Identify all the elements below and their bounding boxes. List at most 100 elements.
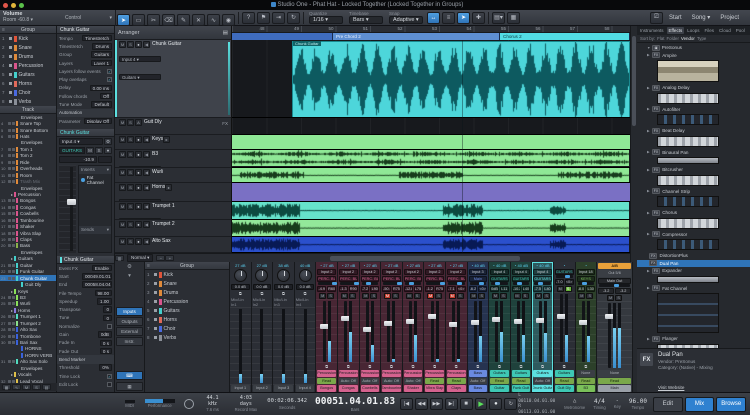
event-value[interactable]: 0dB [97,331,112,338]
arranger-bar[interactable]: Arranger ▤ [115,26,232,40]
audio-clip-waveform[interactable] [292,41,630,117]
edit-page-button[interactable]: Edit [652,396,683,412]
audio-clip-waveform[interactable] [232,202,629,219]
group-tag[interactable]: Percussion [403,370,423,377]
group-row[interactable]: 4 Percussion [145,297,229,306]
input-level-value[interactable]: 0.0 dB [252,283,272,290]
split-tool-icon[interactable]: ✂ [147,14,160,26]
plugin-thumbnail[interactable] [657,157,719,164]
track-height-icon[interactable]: ▥ [115,255,124,261]
pan-control[interactable] [318,282,337,285]
mute-button[interactable]: M [513,292,521,299]
macro-mode[interactable]: Control [65,15,81,21]
arrange-track-header[interactable]: M S ● ◀ Chunk Guitar Input 4 ▾ Guitars ▾ [115,40,231,118]
macro-value[interactable]: -60.8 [18,17,29,23]
fader-track[interactable] [449,301,459,362]
solo-button[interactable]: S [564,285,572,292]
input-level-value[interactable]: 0.0 dB [274,283,293,290]
inspector-value[interactable]: Drums [92,43,112,50]
gain-knob[interactable] [233,269,247,282]
event-checkbox[interactable] [107,323,112,329]
mute-button[interactable]: M [470,292,478,299]
tab-files[interactable]: Files [702,27,716,34]
group-tag[interactable]: Percussion [382,370,401,377]
mute-button[interactable]: M [86,147,94,154]
fader-zone[interactable] [553,292,575,364]
mixer-strip[interactable]: ◔ 40 dB Input 4 GUITARS -7.5 L40 M S ⧉ Guitars Au… [532,262,554,392]
sort-option-folder[interactable]: Folder [666,36,678,41]
solo-button[interactable]: S [127,221,134,228]
group-active-icon[interactable] [154,318,157,321]
monitor-button[interactable]: ◀ [143,238,150,245]
automation-tag[interactable]: Read [598,377,632,384]
strip-input-select[interactable]: Input 4 [511,268,531,275]
automation-tag[interactable]: Read [425,377,444,384]
plugin-thumbnail[interactable] [657,293,719,333]
group-row[interactable]: 5 Guitars [0,70,56,79]
pan-readout[interactable]: L11 [499,285,509,292]
record-arm-icon[interactable]: ● [104,147,112,154]
event-value[interactable]: 0 s [99,339,112,347]
record-arm-button[interactable]: ● [135,136,142,143]
mute-button[interactable]: M [491,292,499,299]
automation-tag[interactable]: Auto: Off [338,377,358,384]
group-row[interactable]: 7 Choir [145,324,229,333]
tab-cloud[interactable]: Cloud [717,27,733,34]
fader-track[interactable] [492,301,502,362]
group-row[interactable]: 8 Verbs [145,333,229,342]
arrange-track-header[interactable]: MS●◀WurliInput 20 ▾ [115,168,231,183]
plugin-row[interactable]: ▶ FX Flanger [637,335,750,343]
pan-control[interactable] [534,282,551,285]
arrange-lane[interactable] [232,237,630,253]
monitor-button[interactable]: ◀ [143,151,150,158]
group-row[interactable]: 8 Verbs [0,97,56,106]
event-value[interactable]: 0 [103,314,112,322]
macro-controls[interactable]: Volume Room -60.8 ▾ Control ▾ [0,9,116,26]
mixer-strip[interactable]: A/B Out 5/6 Main Out -3.2 -3.2 M S None Read Main [597,262,634,392]
start-page-button[interactable]: Start [669,15,682,21]
speaker-icon[interactable] [8,128,11,132]
inspector-checkbox[interactable]: ✓ [107,68,112,74]
mute-button[interactable]: M [340,292,348,299]
seconds-display[interactable]: 00:02:06.342 Seconds [267,398,307,410]
event-value[interactable]: 1.00 [97,298,112,305]
plugin-thumbnail[interactable] [657,114,719,125]
browse-page-button[interactable]: Browse [716,396,747,412]
plugin-row[interactable]: ▶ FX Ampire [637,52,750,60]
solo-button[interactable]: S [127,203,134,210]
group-row[interactable]: 3 Drums [145,288,229,297]
group-active-icon[interactable] [9,55,12,58]
event-value[interactable]: 00049.01.01.00 [82,273,112,280]
solo-button[interactable]: S [478,292,486,299]
fader-zone[interactable] [575,299,597,364]
insert-slot[interactable]: Fat Channel [79,174,111,186]
input-gain-value[interactable]: 38 dB [273,262,294,268]
group-active-icon[interactable] [9,37,12,40]
pan-readout[interactable]: R75 [391,285,401,292]
solo-button[interactable]: S [456,292,464,299]
group-row[interactable]: 6 Horns [145,315,229,324]
solo-button[interactable]: S [127,41,134,48]
eraser-tool-icon[interactable]: ⌫ [162,14,175,26]
mute-button[interactable]: M [119,136,126,143]
mixer-strip[interactable]: 38 dB 0.0 dB ⧉ Mic/Lin In3 Input 3 [273,262,295,392]
group-active-icon[interactable] [154,273,157,276]
fader-track[interactable] [406,301,416,362]
automation-tag[interactable]: Auto: Off [533,377,552,384]
group-active-icon[interactable] [9,91,12,94]
audio-clip-waveform[interactable] [232,168,629,182]
strip-output-bus[interactable]: PERC. BUS [360,275,380,282]
solo-button[interactable]: S [127,136,134,143]
mute-button[interactable]: M [578,292,586,299]
plugin-row[interactable]: ▶ FX Fat Channel [637,285,750,293]
input-gain-value[interactable]: 27 dB [230,262,251,268]
plugin-thumbnail[interactable] [657,174,719,186]
fader-track[interactable] [557,294,567,362]
event-checkbox[interactable]: ✓ [107,373,112,379]
pan-readout[interactable]: L75 [413,285,423,292]
automation-tag[interactable]: Auto: Off [468,377,488,384]
mixer-strip[interactable]: 27 dB 0.0 dB ⧉ Mic/Lin In1 Input 1 [230,262,252,392]
pan-readout[interactable]: <0> [564,278,574,285]
fader-zone[interactable] [532,299,553,364]
tempo-display[interactable]: 96.00 Tempo [629,398,647,410]
